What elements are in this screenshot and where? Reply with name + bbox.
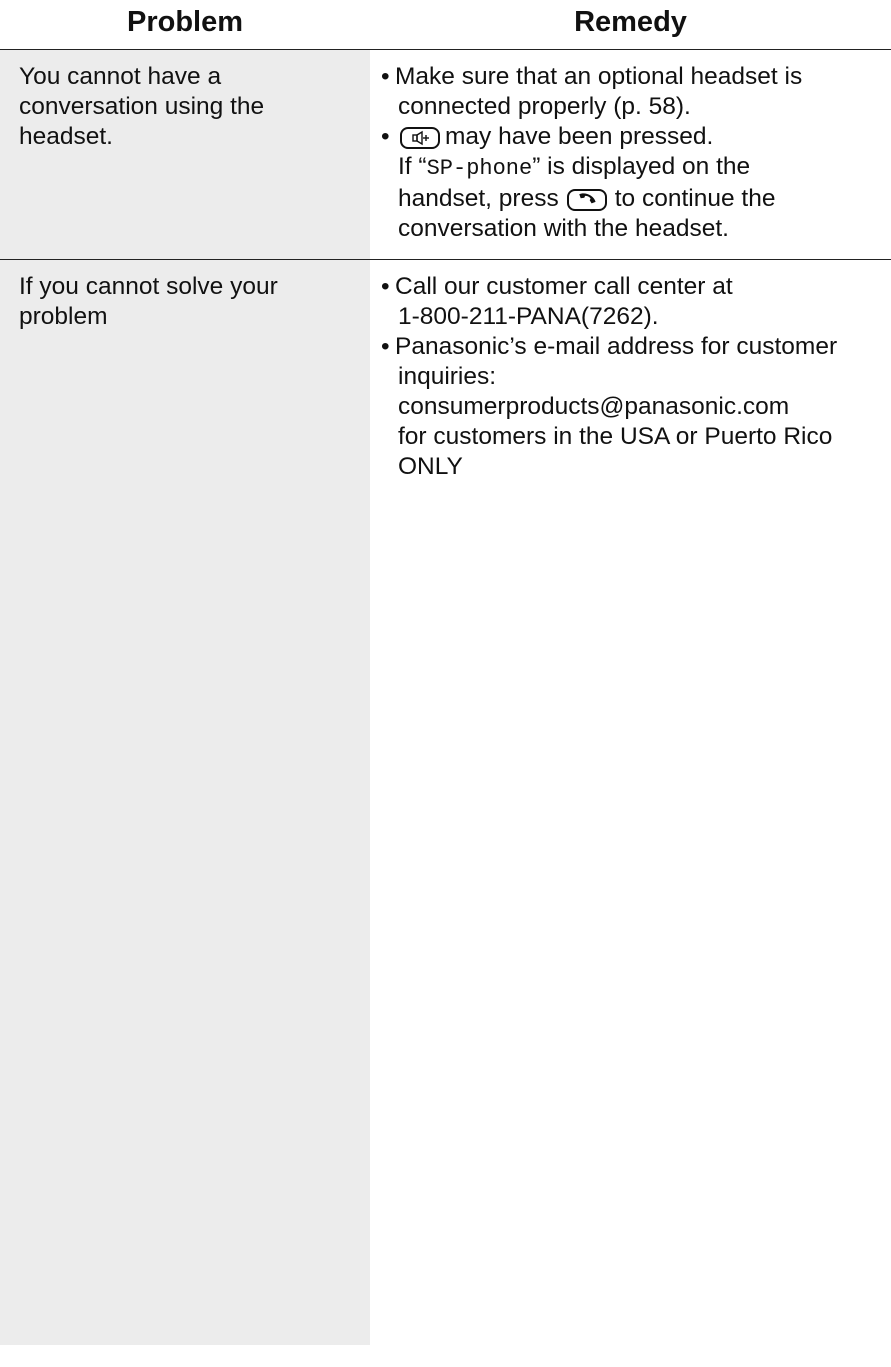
remedy-text: conversation with the headset. bbox=[398, 215, 729, 242]
remedy-text: handset, press bbox=[398, 185, 559, 212]
problem-column-header: Problem bbox=[126, 6, 244, 38]
row-divider bbox=[0, 259, 891, 260]
bullet-icon: • bbox=[381, 333, 390, 360]
remedy-bullet-item: • may have been pressed. bbox=[381, 122, 889, 152]
phone-number-text: 1-800-211-PANA(7262). bbox=[398, 303, 659, 330]
problem-text-line: problem bbox=[19, 303, 108, 330]
remedy-text-line: handset, press to continue the bbox=[381, 184, 889, 214]
remedy-text: connected properly (p. 58). bbox=[398, 93, 691, 120]
bullet-icon: • bbox=[381, 273, 390, 300]
remedy-bullet-item: • Make sure that an optional headset is bbox=[381, 62, 889, 92]
problem-column-background bbox=[0, 50, 370, 1345]
problem-text-line: conversation using the bbox=[19, 93, 265, 120]
table-row-problem: If you cannot solve your problem bbox=[19, 272, 359, 332]
problem-text-line: headset. bbox=[19, 123, 113, 150]
display-text-sp-phone: SP-phone bbox=[426, 156, 533, 181]
problem-text-line: If you cannot solve your bbox=[19, 273, 278, 300]
remedy-text: Make sure that an optional headset is bbox=[395, 63, 803, 90]
bullet-icon: • bbox=[381, 63, 390, 90]
troubleshooting-page: Problem Remedy You cannot have a convers… bbox=[0, 0, 891, 1367]
table-header: Problem Remedy bbox=[0, 0, 891, 48]
remedy-bullet-item: • Call our customer call center at bbox=[381, 272, 889, 302]
remedy-text-line: If “SP-phone” is displayed on the bbox=[381, 152, 889, 184]
email-address-text: consumerproducts@panasonic.com bbox=[398, 393, 790, 420]
bullet-icon: • bbox=[381, 123, 390, 150]
remedy-column-header: Remedy bbox=[574, 6, 687, 38]
remedy-text: Panasonic’s e-mail address for customer bbox=[395, 333, 838, 360]
remedy-text: inquiries: bbox=[398, 363, 497, 390]
remedy-text: ONLY bbox=[398, 453, 463, 480]
remedy-text: for customers in the USA or Puerto Rico bbox=[398, 423, 833, 450]
problem-text-line: You cannot have a bbox=[19, 63, 222, 90]
header-divider bbox=[0, 49, 891, 50]
table-row-remedy: • Make sure that an optional headset is c… bbox=[381, 62, 889, 244]
remedy-text: may have been pressed. bbox=[445, 123, 714, 150]
speakerphone-key-icon bbox=[400, 127, 440, 149]
talk-key-icon bbox=[566, 189, 607, 211]
remedy-bullet-item: • Panasonic’s e-mail address for customer bbox=[381, 332, 889, 362]
remedy-text: If “ bbox=[398, 153, 427, 180]
remedy-text: to continue the bbox=[614, 185, 776, 212]
remedy-text: ” is displayed on the bbox=[532, 153, 751, 180]
table-row-remedy: • Call our customer call center at 1-800-… bbox=[381, 272, 889, 482]
table-row-problem: You cannot have a conversation using the… bbox=[19, 62, 359, 152]
remedy-text: Call our customer call center at bbox=[395, 273, 733, 300]
